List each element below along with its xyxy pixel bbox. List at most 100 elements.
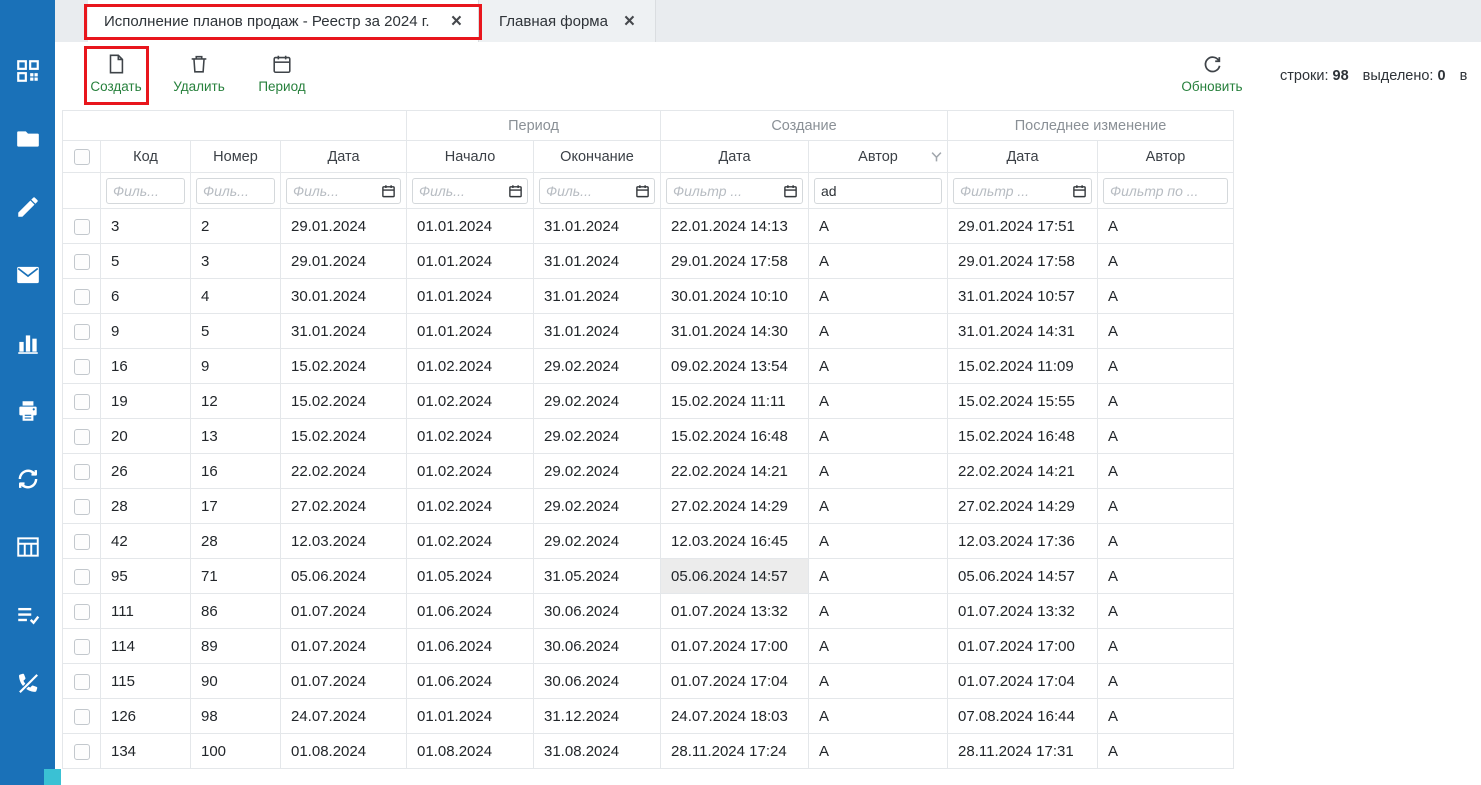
cell[interactable]: 100 [191, 734, 281, 769]
cell[interactable]: 4 [191, 279, 281, 314]
cell[interactable]: 15.02.2024 [281, 419, 407, 454]
cell[interactable]: 71 [191, 559, 281, 594]
checklist-icon[interactable] [15, 602, 41, 628]
column-header-date[interactable]: Дата [281, 141, 407, 173]
bar-chart-icon[interactable] [15, 330, 41, 356]
table-row[interactable]: 261622.02.202401.02.202429.02.202422.02.… [63, 454, 1234, 489]
cell[interactable]: 31.01.2024 14:30 [661, 314, 809, 349]
tab-sales-plans-register[interactable]: Исполнение планов продаж - Реестр за 202… [88, 0, 478, 42]
pencil-icon[interactable] [15, 194, 41, 220]
filter-creation-author-input[interactable] [814, 178, 942, 204]
cell[interactable]: 29.02.2024 [534, 524, 661, 559]
cell[interactable]: A [1098, 454, 1234, 489]
cell[interactable]: 115 [101, 664, 191, 699]
cell[interactable]: 01.07.2024 [281, 664, 407, 699]
cell[interactable]: 01.02.2024 [407, 349, 534, 384]
cell[interactable]: 31.01.2024 [534, 209, 661, 244]
table-row[interactable]: 5329.01.202401.01.202431.01.202429.01.20… [63, 244, 1234, 279]
cell[interactable]: 29.02.2024 [534, 454, 661, 489]
cell[interactable]: 16 [101, 349, 191, 384]
cell[interactable]: 29.01.2024 [281, 209, 407, 244]
cell[interactable]: 15.02.2024 [281, 384, 407, 419]
cell[interactable]: A [1098, 279, 1234, 314]
cell[interactable]: 90 [191, 664, 281, 699]
refresh-button[interactable]: Обновить [1179, 46, 1245, 104]
cell[interactable]: 12 [191, 384, 281, 419]
row-checkbox[interactable] [74, 569, 90, 585]
cell[interactable]: 12.03.2024 17:36 [948, 524, 1098, 559]
cell[interactable]: 22.02.2024 14:21 [661, 454, 809, 489]
period-button[interactable]: Период [250, 46, 314, 104]
cell[interactable]: 89 [191, 629, 281, 664]
filter-code-input[interactable] [106, 178, 185, 204]
cell[interactable]: 126 [101, 699, 191, 734]
cell[interactable]: 30.06.2024 [534, 594, 661, 629]
cell[interactable]: 24.07.2024 18:03 [661, 699, 809, 734]
calendar-icon[interactable] [783, 183, 798, 198]
cell[interactable]: A [1098, 419, 1234, 454]
cell[interactable]: 01.05.2024 [407, 559, 534, 594]
mail-icon[interactable] [15, 262, 41, 288]
cell[interactable]: 01.07.2024 17:00 [948, 629, 1098, 664]
cell[interactable]: 29.02.2024 [534, 419, 661, 454]
cell[interactable]: A [809, 559, 948, 594]
cell[interactable]: 01.08.2024 [407, 734, 534, 769]
cell[interactable]: 31.01.2024 10:57 [948, 279, 1098, 314]
cell[interactable]: 01.01.2024 [407, 279, 534, 314]
row-checkbox[interactable] [74, 394, 90, 410]
cell[interactable]: 01.06.2024 [407, 629, 534, 664]
table-grid-icon[interactable] [15, 534, 41, 560]
column-header-change-author[interactable]: Автор [1098, 141, 1234, 173]
filter-number-input[interactable] [196, 178, 275, 204]
cell[interactable]: A [809, 629, 948, 664]
cell[interactable]: 30.01.2024 10:10 [661, 279, 809, 314]
cell[interactable]: 111 [101, 594, 191, 629]
table-row[interactable]: 1148901.07.202401.06.202430.06.202401.07… [63, 629, 1234, 664]
row-checkbox[interactable] [74, 499, 90, 515]
cell[interactable]: 28.11.2024 17:24 [661, 734, 809, 769]
table-row[interactable]: 13410001.08.202401.08.202431.08.202428.1… [63, 734, 1234, 769]
cell[interactable]: 31.12.2024 [534, 699, 661, 734]
cell[interactable]: A [809, 454, 948, 489]
cell[interactable]: 01.07.2024 13:32 [661, 594, 809, 629]
cell[interactable]: A [809, 594, 948, 629]
close-icon[interactable]: × [451, 12, 462, 31]
cell[interactable]: 15.02.2024 16:48 [661, 419, 809, 454]
filter-change-author-input[interactable] [1103, 178, 1228, 204]
cell[interactable]: 26 [101, 454, 191, 489]
cell[interactable]: A [1098, 734, 1234, 769]
table-row[interactable]: 201315.02.202401.02.202429.02.202415.02.… [63, 419, 1234, 454]
cell[interactable]: 42 [101, 524, 191, 559]
cell[interactable]: 01.08.2024 [281, 734, 407, 769]
cell[interactable]: 22.01.2024 14:13 [661, 209, 809, 244]
row-checkbox[interactable] [74, 639, 90, 655]
cell[interactable]: 5 [101, 244, 191, 279]
close-icon[interactable]: × [624, 12, 635, 31]
cell[interactable]: 15.02.2024 11:11 [661, 384, 809, 419]
cell[interactable]: 15.02.2024 15:55 [948, 384, 1098, 419]
sync-icon[interactable] [15, 466, 41, 492]
cell[interactable]: 29.01.2024 17:58 [948, 244, 1098, 279]
calendar-icon[interactable] [381, 183, 396, 198]
cell[interactable]: 01.06.2024 [407, 594, 534, 629]
cell[interactable]: 01.02.2024 [407, 454, 534, 489]
cell[interactable]: 29.01.2024 17:58 [661, 244, 809, 279]
column-header-creation-date[interactable]: Дата [661, 141, 809, 173]
cell[interactable]: 29.01.2024 17:51 [948, 209, 1098, 244]
filter-applied-icon[interactable] [931, 151, 942, 162]
cell[interactable]: A [1098, 664, 1234, 699]
cell[interactable]: A [809, 699, 948, 734]
cell[interactable]: 01.06.2024 [407, 664, 534, 699]
cell[interactable]: A [1098, 489, 1234, 524]
cell[interactable]: 30.06.2024 [534, 629, 661, 664]
cell[interactable]: 01.07.2024 17:04 [948, 664, 1098, 699]
cell[interactable]: 01.01.2024 [407, 314, 534, 349]
cell[interactable]: 29.01.2024 [281, 244, 407, 279]
cell[interactable]: A [1098, 209, 1234, 244]
cell[interactable]: 31.01.2024 14:31 [948, 314, 1098, 349]
cell[interactable]: A [1098, 629, 1234, 664]
row-checkbox[interactable] [74, 289, 90, 305]
cell[interactable]: A [1098, 244, 1234, 279]
cell[interactable]: 01.01.2024 [407, 244, 534, 279]
column-header-code[interactable]: Код [101, 141, 191, 173]
